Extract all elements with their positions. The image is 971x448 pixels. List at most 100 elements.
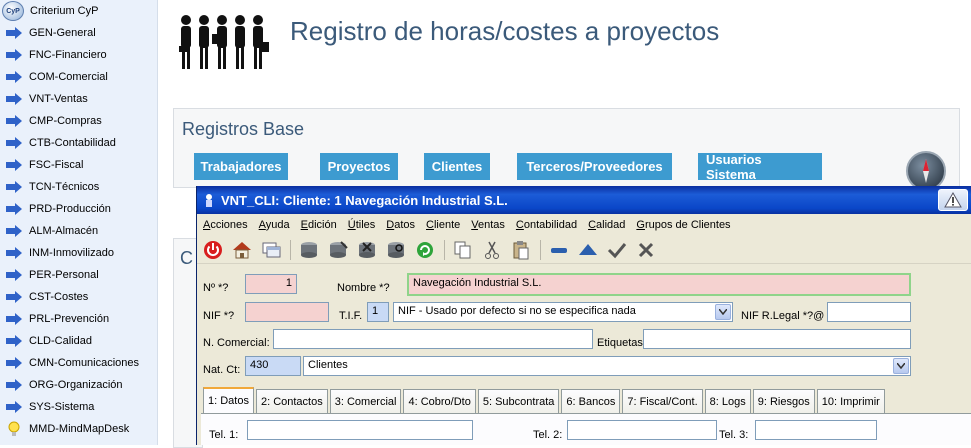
sidebar-item-label: GEN-General xyxy=(29,27,96,39)
sidebar-item-tcn[interactable]: TCN-Técnicos xyxy=(0,176,157,198)
ncomercial-field[interactable] xyxy=(273,329,593,349)
tab-riesgos[interactable]: 9: Riesgos xyxy=(752,389,815,413)
close-icon[interactable] xyxy=(634,238,658,262)
natct-code-field[interactable]: 430 xyxy=(245,356,301,376)
warning-button[interactable] xyxy=(938,189,968,211)
sidebar-item-cmp[interactable]: CMP-Compras xyxy=(0,110,157,132)
sidebar-item-label: PER-Personal xyxy=(29,269,99,281)
sidebar-item-label: CST-Costes xyxy=(29,291,89,303)
sidebar-item-sys[interactable]: SYS-Sistema xyxy=(0,396,157,418)
arrow-right-icon xyxy=(6,92,22,106)
nif-legal-label: NIF R.Legal *?@ xyxy=(741,310,825,322)
arrow-right-icon xyxy=(6,70,22,84)
chevron-down-icon[interactable] xyxy=(893,358,909,374)
arrow-right-icon xyxy=(6,180,22,194)
natct-select[interactable]: Clientes xyxy=(303,356,911,376)
drum-edit-icon[interactable] xyxy=(326,238,350,262)
sidebar-item-mmd[interactable]: MMD-MindMapDesk xyxy=(0,418,157,440)
refresh-icon[interactable] xyxy=(413,238,437,262)
nif-label: NIF *? xyxy=(203,310,235,322)
proyectos-button[interactable]: Proyectos xyxy=(320,153,398,180)
sidebar-item-label: VNT-Ventas xyxy=(29,93,88,105)
tif-select-value: NIF - Usado por defecto si no se especif… xyxy=(398,305,636,317)
arrow-right-icon xyxy=(6,158,22,172)
sidebar-item-cld[interactable]: CLD-Calidad xyxy=(0,330,157,352)
tab-subcontrata[interactable]: 5: Subcontrata xyxy=(477,389,560,413)
sidebar-item-per[interactable]: PER-Personal xyxy=(0,264,157,286)
sidebar-item-ctb[interactable]: CTB-Contabilidad xyxy=(0,132,157,154)
clientes-button[interactable]: Clientes xyxy=(424,153,490,180)
tel1-label: Tel. 1: xyxy=(209,429,239,441)
nif-field[interactable] xyxy=(245,302,329,322)
sidebar-item-inm[interactable]: INM-Inmovilizado xyxy=(0,242,157,264)
windows-icon[interactable] xyxy=(259,238,283,262)
arrow-right-icon xyxy=(6,334,22,348)
tel3-field[interactable] xyxy=(755,420,877,440)
sidebar-item-label: INM-Inmovilizado xyxy=(29,247,114,259)
paste-icon[interactable] xyxy=(509,238,533,262)
menu-contabilidad[interactable]: Contabilidad xyxy=(516,219,577,231)
home-icon[interactable] xyxy=(230,238,254,262)
menu-datos[interactable]: Datos xyxy=(386,219,415,231)
tab-imprimir[interactable]: 10: Imprimir xyxy=(816,389,885,413)
usuarios-sistema-button[interactable]: Usuarios Sistema xyxy=(698,152,822,182)
copy-icon[interactable] xyxy=(451,238,475,262)
sidebar-item-prd[interactable]: PRD-Producción xyxy=(0,198,157,220)
menu-ventas[interactable]: Ventas xyxy=(471,219,505,231)
drum-icon[interactable] xyxy=(297,238,321,262)
drum-search-icon[interactable] xyxy=(384,238,408,262)
sidebar-item-cst[interactable]: CST-Costes xyxy=(0,286,157,308)
nombre-field[interactable]: Navegación Industrial S.L. xyxy=(407,273,911,296)
sidebar-item-alm[interactable]: ALM-Almacén xyxy=(0,220,157,242)
nif-legal-field[interactable] xyxy=(827,302,911,322)
check-icon[interactable] xyxy=(605,238,629,262)
sidebar-item-cmn[interactable]: CMN-Comunicaciones xyxy=(0,352,157,374)
menu-utiles[interactable]: Útiles xyxy=(348,219,376,231)
sidebar-item-org[interactable]: ORG-Organización xyxy=(0,374,157,396)
tab-cobro-dto[interactable]: 4: Cobro/Dto xyxy=(403,389,476,413)
menu-grupos-clientes[interactable]: Grupos de Clientes xyxy=(636,219,730,231)
menu-ayuda[interactable]: Ayuda xyxy=(259,219,290,231)
sidebar-item-label: FSC-Fiscal xyxy=(29,159,84,171)
sidebar-item-fnc[interactable]: FNC-Financiero xyxy=(0,44,157,66)
tab-datos[interactable]: 1: Datos xyxy=(203,387,254,413)
tel2-field[interactable] xyxy=(567,420,717,440)
sidebar-item-label: CTB-Contabilidad xyxy=(29,137,116,149)
tif-select[interactable]: NIF - Usado por defecto si no se especif… xyxy=(393,302,733,322)
trabajadores-button[interactable]: Trabajadores xyxy=(194,153,288,180)
numero-field[interactable]: 1 xyxy=(245,274,297,294)
menu-acciones[interactable]: Acciones xyxy=(203,219,248,231)
drum-delete-icon[interactable] xyxy=(355,238,379,262)
sidebar-item-prl[interactable]: PRL-Prevención xyxy=(0,308,157,330)
people-group-icon xyxy=(179,15,269,69)
menu-cliente[interactable]: Cliente xyxy=(426,219,460,231)
sidebar-item-label: FNC-Financiero xyxy=(29,49,107,61)
compass-icon[interactable] xyxy=(906,151,946,191)
chevron-down-icon[interactable] xyxy=(715,304,731,320)
sidebar-item-com[interactable]: COM-Comercial xyxy=(0,66,157,88)
sidebar-item-gen[interactable]: GEN-General xyxy=(0,22,157,44)
tab-bancos[interactable]: 6: Bancos xyxy=(561,389,621,413)
tab-contactos[interactable]: 2: Contactos xyxy=(255,389,328,413)
sidebar-header[interactable]: CyP Criterium CyP xyxy=(0,0,157,22)
arrow-right-icon xyxy=(6,378,22,392)
tab-logs[interactable]: 8: Logs xyxy=(704,389,751,413)
sidebar-item-vnt[interactable]: VNT-Ventas xyxy=(0,88,157,110)
tel2-label: Tel. 2: xyxy=(533,429,563,441)
tab-comercial[interactable]: 3: Comercial xyxy=(329,389,402,413)
tel1-field[interactable] xyxy=(247,420,473,440)
dialog-titlebar[interactable]: VNT_CLI: Cliente: 1 Navegación Industria… xyxy=(197,186,971,214)
etiquetas-field[interactable] xyxy=(643,329,911,349)
power-icon[interactable] xyxy=(201,238,225,262)
menu-calidad[interactable]: Calidad xyxy=(588,219,625,231)
sidebar-item-fsc[interactable]: FSC-Fiscal xyxy=(0,154,157,176)
tab-fiscal-cont[interactable]: 7: Fiscal/Cont. xyxy=(622,389,703,413)
up-triangle-icon[interactable] xyxy=(576,238,600,262)
cut-icon[interactable] xyxy=(480,238,504,262)
sidebar-item-label: COM-Comercial xyxy=(29,71,108,83)
terceros-proveedores-button[interactable]: Terceros/Proveedores xyxy=(517,153,672,180)
menu-edicion[interactable]: Edición xyxy=(301,219,337,231)
minus-icon[interactable] xyxy=(547,238,571,262)
tif-code-field[interactable]: 1 xyxy=(367,302,389,322)
dialog-menubar: Acciones Ayuda Edición Útiles Datos Clie… xyxy=(197,214,971,236)
